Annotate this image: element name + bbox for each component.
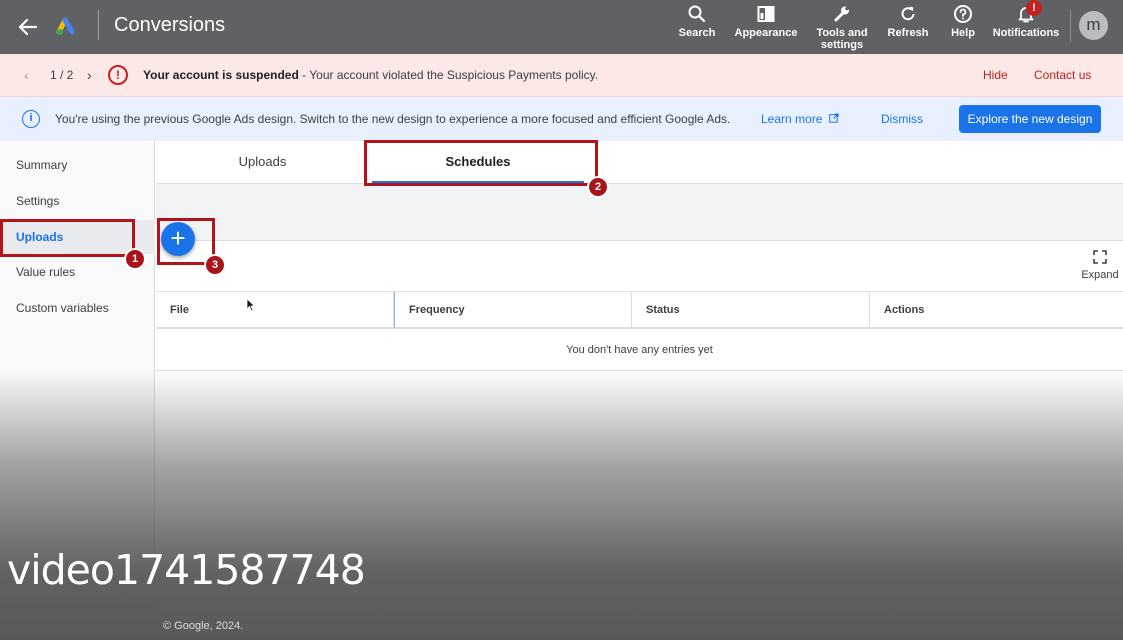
error-icon: ! — [108, 65, 128, 85]
help-label: Help — [951, 27, 975, 39]
mouse-cursor-icon — [246, 298, 256, 312]
contact-us-link[interactable]: Contact us — [1034, 68, 1091, 82]
refresh-button[interactable]: Refresh — [886, 4, 930, 39]
alert-prev-chevron-icon[interactable]: ‹ — [24, 67, 29, 83]
alert-next-chevron-icon[interactable]: › — [87, 67, 92, 83]
learn-more-link[interactable]: Learn more — [761, 112, 839, 126]
expand-icon — [1093, 250, 1107, 264]
explore-new-design-button[interactable]: Explore the new design — [959, 105, 1101, 133]
google-ads-logo-icon[interactable] — [56, 14, 78, 36]
step-marker-3: 3 — [204, 254, 226, 276]
wrench-icon — [834, 6, 849, 22]
tab-uploads[interactable]: Uploads — [156, 141, 369, 184]
tab-bar: Uploads Schedules — [156, 141, 1123, 184]
expand-label: Expand — [1081, 269, 1119, 281]
hide-link[interactable]: Hide — [983, 68, 1008, 82]
title-divider — [98, 10, 99, 40]
column-header-file[interactable]: File — [156, 292, 394, 328]
page-title: Conversions — [114, 14, 226, 36]
sidebar-item-custom-variables[interactable]: Custom variables — [0, 291, 155, 325]
avatar-divider — [1070, 10, 1071, 42]
search-icon — [688, 5, 706, 23]
notification-badge: ! — [1026, 0, 1042, 16]
video-watermark: video1741587748 — [7, 546, 366, 594]
refresh-label: Refresh — [887, 27, 929, 39]
appearance-icon — [757, 6, 775, 22]
tools-settings-label: Tools and settings — [816, 27, 868, 51]
bottom-shadow-overlay — [0, 370, 1123, 640]
table-toolbar — [156, 184, 1123, 241]
expand-button[interactable]: Expand — [1078, 250, 1122, 281]
help-button[interactable]: Help — [946, 4, 980, 39]
dismiss-link[interactable]: Dismiss — [881, 112, 923, 126]
column-header-status[interactable]: Status — [632, 292, 870, 328]
tools-settings-button[interactable]: Tools and settings — [812, 4, 872, 51]
alert-counter: 1 / 2 — [50, 68, 74, 82]
search-button[interactable]: Search — [677, 4, 717, 39]
copyright-footer: © Google, 2024. — [163, 620, 244, 632]
column-header-frequency[interactable]: Frequency — [394, 292, 632, 328]
external-link-icon — [828, 113, 839, 123]
sidebar-item-summary[interactable]: Summary — [0, 148, 155, 182]
refresh-icon — [901, 6, 915, 21]
notifications-label: Notifications — [992, 27, 1060, 39]
highlight-schedules-tab — [364, 140, 598, 186]
suspension-alert-bar: ‹ 1 / 2 › ! Your account is suspended - … — [0, 54, 1123, 97]
step-marker-1: 1 — [124, 248, 146, 270]
sidebar-item-settings[interactable]: Settings — [0, 184, 155, 218]
column-header-actions[interactable]: Actions — [870, 292, 1123, 328]
new-design-info-bar: i You're using the previous Google Ads d… — [0, 97, 1123, 141]
info-message: You're using the previous Google Ads des… — [55, 112, 731, 126]
empty-table-message: You don't have any entries yet — [156, 329, 1123, 371]
alert-bold-text: Your account is suspended — [143, 68, 299, 82]
info-icon: i — [22, 110, 40, 128]
highlight-uploads — [0, 219, 135, 257]
top-bar: Conversions Search Appearance Tools and … — [0, 0, 1123, 54]
help-icon — [954, 5, 972, 23]
search-label: Search — [678, 27, 716, 39]
appearance-button[interactable]: Appearance — [733, 4, 799, 39]
table-header: File Frequency Status Actions — [156, 291, 1123, 329]
avatar[interactable]: m — [1079, 11, 1108, 40]
back-arrow-icon[interactable] — [14, 13, 42, 41]
appearance-label: Appearance — [734, 27, 798, 39]
alert-message: Your account is suspended - Your account… — [143, 68, 598, 82]
learn-more-label: Learn more — [761, 112, 823, 126]
step-marker-2: 2 — [587, 176, 609, 198]
alert-detail-text: - Your account violated the Suspicious P… — [298, 68, 599, 82]
